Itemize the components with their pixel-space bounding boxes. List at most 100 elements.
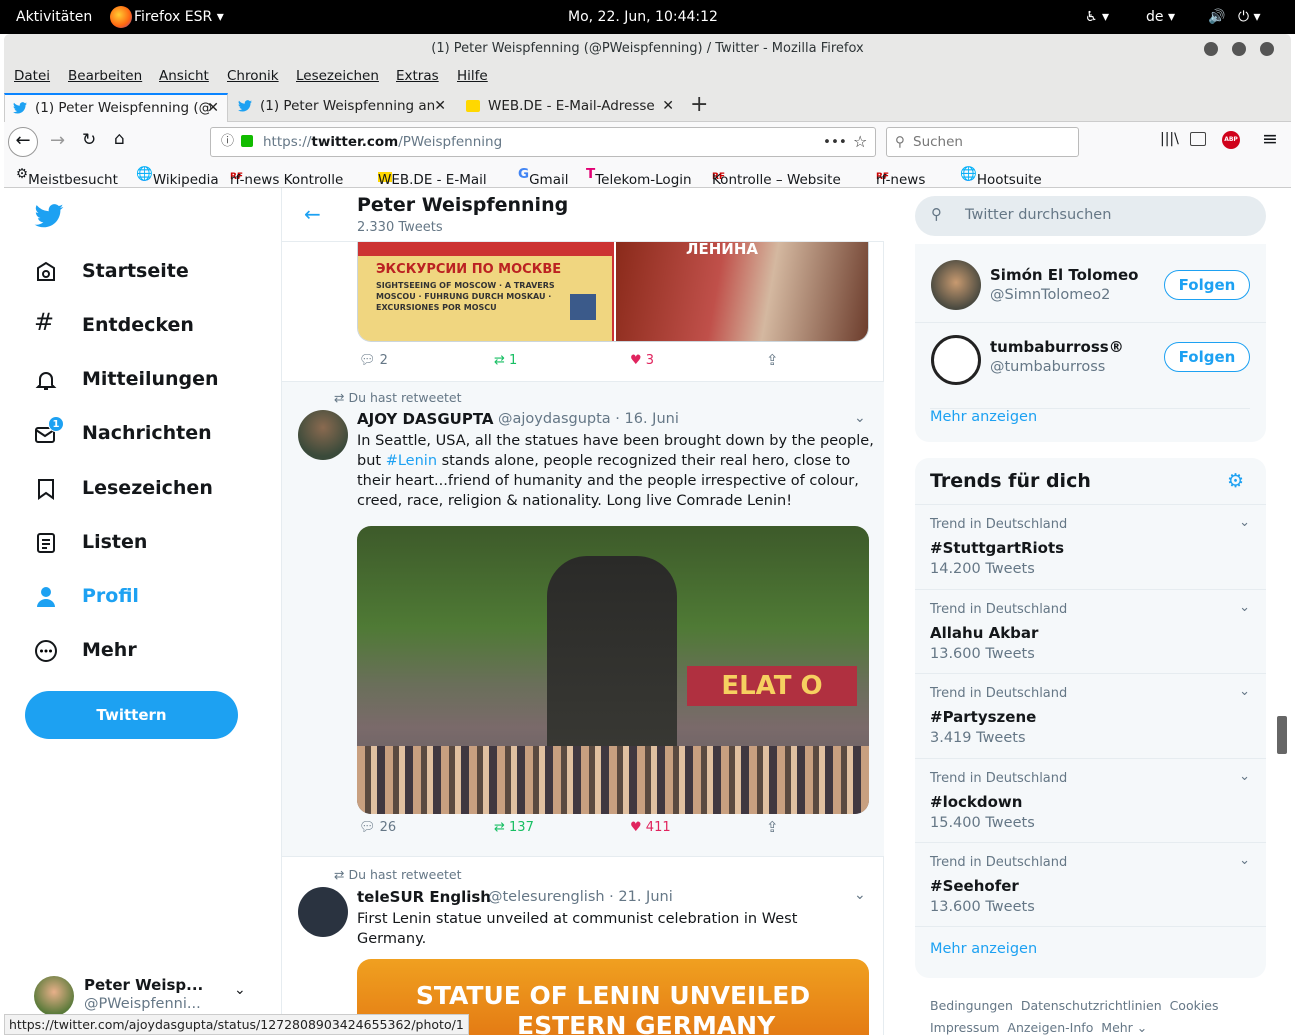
trend-item[interactable]: Trend in Deutschland #Partyszene 3.419 Twe… (915, 673, 1266, 757)
home-icon[interactable]: ⌂ (114, 129, 125, 149)
trend-item[interactable]: Trend in Deutschland #Seehofer 13.600 Twee… (915, 842, 1266, 926)
bookmark-gmail[interactable]: G Gmail (518, 166, 568, 188)
back-icon[interactable]: ← (8, 127, 38, 157)
forward-icon[interactable]: → (50, 130, 65, 151)
tab-twitter-status[interactable]: (1) Peter Weispfenning an ✕ (230, 93, 454, 122)
tab-webde[interactable]: WEB.DE - E-Mail-Adresse ✕ (458, 93, 682, 122)
show-more-trends-link[interactable]: Mehr anzeigen (915, 926, 1266, 957)
chevron-down-icon: ⌄ (1239, 515, 1250, 530)
footer-links-2[interactable]: Impressum Anzeigen-Info Mehr ⌄ (930, 1020, 1147, 1035)
back-arrow-icon[interactable]: ← (304, 202, 321, 226)
bookmark-meistbesucht[interactable]: ⚙ Meistbesucht (16, 166, 118, 188)
like-action[interactable]: ♥ 411 (630, 820, 671, 835)
close-tab-icon[interactable]: ✕ (434, 93, 446, 120)
follow-suggestion[interactable]: tumbaburross® @tumbaburross Folgen (915, 322, 1266, 392)
menu-ansicht[interactable]: Ansicht (159, 68, 209, 84)
menu-bearbeiten[interactable]: Bearbeiten (68, 68, 142, 84)
tab-twitter-profile[interactable]: (1) Peter Weispfenning (@ ✕ (4, 93, 228, 122)
adblock-icon[interactable]: ABP (1222, 131, 1240, 149)
tab-label: (1) Peter Weispfenning (@ (35, 100, 213, 116)
volume-icon[interactable]: 🔊 (1208, 9, 1225, 25)
app-menu[interactable]: Firefox ESR ▾ (134, 9, 224, 25)
avatar[interactable] (931, 260, 981, 310)
lock-icon[interactable] (241, 135, 253, 147)
trend-item[interactable]: Trend in Deutschland Allahu Akbar 13.600 T… (915, 589, 1266, 673)
avatar[interactable] (931, 335, 981, 385)
menu-hilfe[interactable]: Hilfe (457, 68, 488, 84)
bookmark-icon (38, 479, 54, 500)
share-icon[interactable]: ⇪ (766, 818, 779, 836)
retweet-action[interactable]: ⇄ 1 (494, 353, 517, 368)
power-icon[interactable]: ⏻ ▾ (1238, 9, 1261, 25)
bookmarks-bar: ⚙ Meistbesucht 🌐 Wikipedia RF rf-news Ko… (4, 160, 1291, 188)
reply-action[interactable]: 💬︎ 2 (359, 353, 388, 368)
scrollbar-thumb[interactable] (1277, 716, 1287, 754)
tweet-author-name[interactable]: teleSUR English (357, 888, 491, 906)
activities-button[interactable]: Aktivitäten (16, 9, 92, 25)
lenin-statue-photo[interactable]: ELAT O (357, 526, 869, 814)
hashtag-link[interactable]: #Lenin (386, 453, 437, 469)
who-to-follow-card: Simón El Tolomeo @SimnTolomeo2 Folgen tu… (915, 244, 1266, 442)
avatar[interactable] (298, 410, 348, 460)
url-bar[interactable]: ⓘ https://twitter.com/PWeispfenning ••• … (210, 127, 876, 157)
settings-gear-icon[interactable]: ⚙ (1227, 470, 1244, 492)
tweet-telesur[interactable]: ⇄ Du hast retweetet teleSUR English @tel… (282, 857, 884, 1035)
follow-button[interactable]: Folgen (1164, 342, 1250, 372)
avatar[interactable] (298, 887, 348, 937)
clock[interactable]: Mo, 22. Jun, 10:44:12 (568, 9, 718, 25)
twitter-search-input[interactable]: ⚲ Twitter durchsuchen (915, 196, 1266, 236)
bookmark-telekom[interactable]: T Telekom-Login (586, 166, 692, 188)
chevron-down-icon[interactable]: ⌄ (854, 410, 866, 426)
trend-item[interactable]: Trend in Deutschland #StuttgartRiots 14.20… (915, 504, 1266, 588)
account-handle: @PWeispfenni... (84, 996, 201, 1012)
page-content: Startseite # Entdecken Mitteilungen 1 Na… (4, 188, 1291, 1035)
hamburger-menu-icon[interactable]: ≡ (1262, 128, 1278, 150)
menu-chronik[interactable]: Chronik (227, 68, 279, 84)
accessibility-icon[interactable]: ♿ ▾ (1085, 9, 1109, 25)
account-name: Peter Weisp... (84, 976, 204, 994)
retweet-action[interactable]: ⇄ 137 (494, 820, 534, 835)
tweet-author-handle[interactable]: @telesurenglish · 21. Juni (488, 889, 673, 905)
follow-button[interactable]: Folgen (1164, 270, 1250, 300)
avatar (34, 976, 74, 1016)
minimize-button[interactable] (1204, 42, 1218, 56)
reply-action[interactable]: 💬︎ 26 (359, 820, 396, 835)
search-icon: ⚲ (931, 205, 942, 223)
follow-suggestion[interactable]: Simón El Tolomeo @SimnTolomeo2 Folgen (915, 244, 1266, 322)
close-tab-icon[interactable]: ✕ (662, 93, 674, 120)
show-more-link[interactable]: Mehr anzeigen (930, 408, 1250, 425)
footer-links[interactable]: Bedingungen Datenschutzrichtlinien Cooki… (930, 998, 1219, 1013)
twitter-logo-icon[interactable] (34, 204, 64, 228)
tweet-ajoy[interactable]: ⇄ Du hast retweetet AJOY DASGUPTA @ajoyd… (282, 382, 884, 856)
new-tab-icon[interactable]: + (690, 92, 708, 117)
maximize-button[interactable] (1232, 42, 1246, 56)
reload-icon[interactable]: ↻ (82, 130, 96, 150)
trend-item[interactable]: Trend in Deutschland #lockdown 15.400 Twee… (915, 758, 1266, 842)
bookmark-wikipedia[interactable]: 🌐 Wikipedia (136, 166, 219, 188)
close-tab-icon[interactable]: ✕ (207, 95, 219, 122)
page-actions-icon[interactable]: ••• (823, 128, 847, 156)
search-placeholder: Suchen (913, 134, 963, 150)
language-menu[interactable]: de ▾ (1146, 9, 1175, 25)
profile-name: Peter Weispfenning (357, 194, 569, 216)
library-icon[interactable]: |||\ (1160, 131, 1179, 147)
sidebar-toggle-icon[interactable] (1190, 132, 1206, 146)
chevron-down-icon[interactable]: ⌄ (854, 887, 866, 903)
menu-lesezeichen[interactable]: Lesezeichen (296, 68, 379, 84)
tweet-author-handle[interactable]: @ajoydasgupta · 16. Juni (498, 411, 679, 427)
search-input[interactable]: ⚲ Suchen (886, 127, 1079, 157)
bookmark-hootsuite[interactable]: 🌐 Hootsuite (960, 166, 1042, 188)
menu-extras[interactable]: Extras (396, 68, 439, 84)
tweet-author-name[interactable]: AJOY DASGUPTA (357, 410, 494, 428)
tweet-image[interactable]: ЭКСКУРСИИ ПО МОСКВЕ SIGHTSEEING OF MOSCO… (357, 242, 869, 342)
chevron-down-icon: ⌄ (234, 982, 246, 998)
tweet-text: In Seattle, USA, all the statues have be… (357, 433, 874, 509)
like-action[interactable]: ♥ 3 (630, 353, 654, 368)
bookmark-star-icon[interactable]: ☆ (853, 128, 867, 156)
close-window-button[interactable] (1260, 42, 1274, 56)
chevron-down-icon: ⌄ (1239, 600, 1250, 615)
share-icon[interactable]: ⇪ (766, 351, 779, 369)
info-icon[interactable]: ⓘ (221, 128, 234, 156)
menu-datei[interactable]: Datei (14, 68, 50, 84)
tweet-button[interactable]: Twittern (25, 691, 238, 739)
